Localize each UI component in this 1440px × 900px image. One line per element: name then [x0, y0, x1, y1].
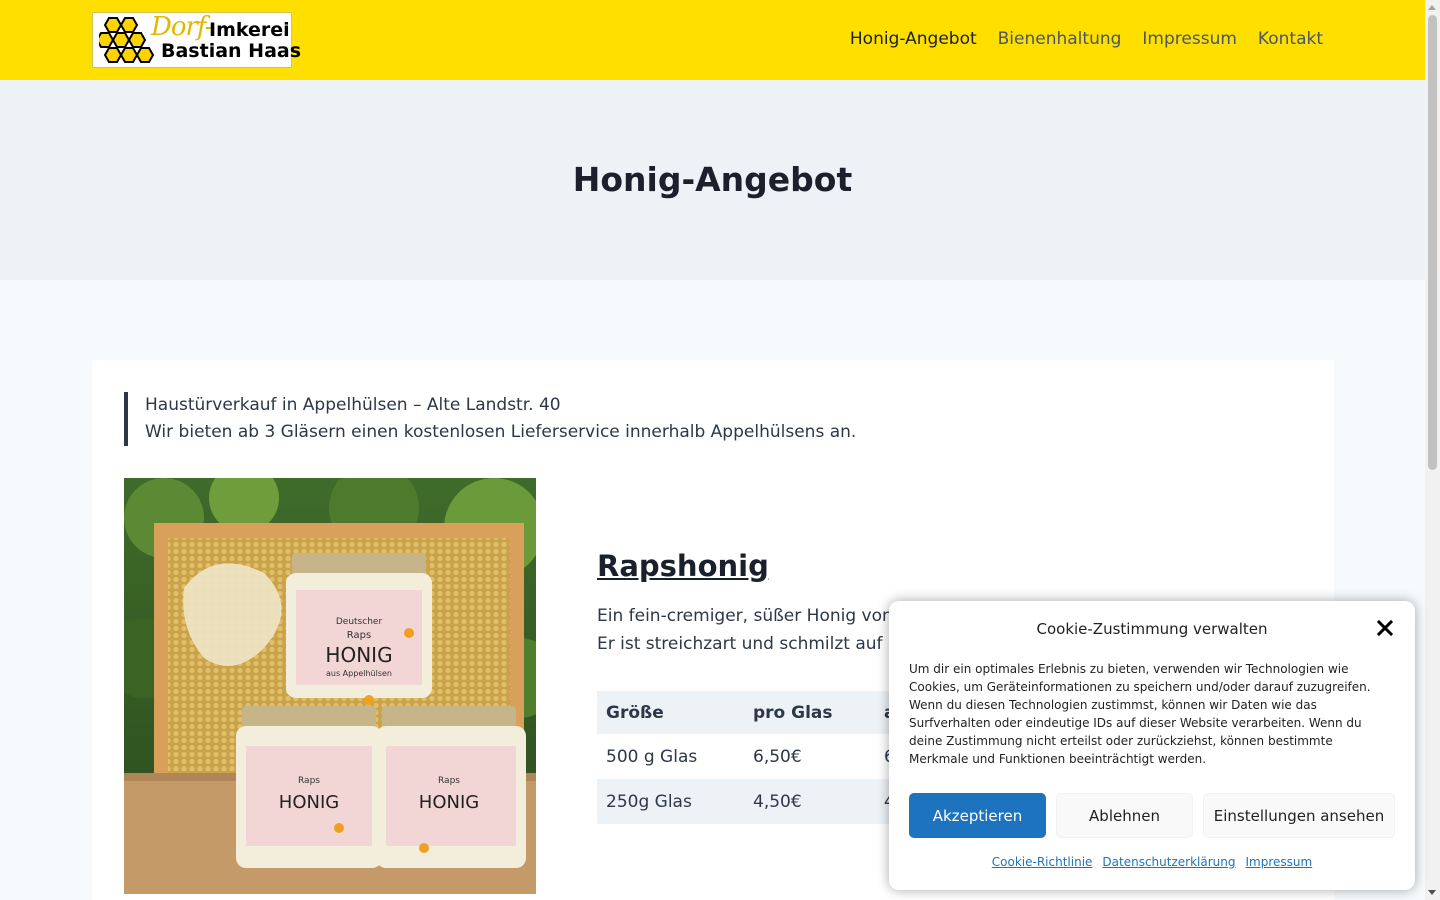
cookie-links: Cookie-Richtlinie Datenschutzerklärung I… [889, 855, 1415, 869]
nav-kontakt[interactable]: Kontakt [1258, 28, 1323, 50]
nav-bienenhaltung[interactable]: Bienenhaltung [998, 28, 1122, 50]
table-cell: 500 g Glas [606, 746, 698, 767]
jar-label-origin: aus Appelhülsen [326, 669, 392, 678]
nav-honig-angebot[interactable]: Honig-Angebot [850, 28, 977, 50]
cookie-description: Um dir ein optimales Erlebnis zu bieten,… [909, 662, 1371, 766]
jar2-label-honig: HONIG [279, 792, 339, 813]
nav-impressum[interactable]: Impressum [1142, 28, 1237, 50]
imprint-link[interactable]: Impressum [1246, 855, 1313, 869]
notice-line-2: Wir bieten ab 3 Gläsern einen kostenlose… [145, 422, 857, 442]
notice-quote: Haustürverkauf in Appelhülsen – Alte Lan… [124, 392, 924, 446]
site-header: Dorf- Imkerei Bastian Haas Honig-Angebot… [0, 0, 1425, 80]
jar-label-deutscher: Deutscher [336, 617, 383, 627]
product-title[interactable]: Rapshonig [597, 548, 769, 584]
cookie-title: Cookie-Zustimmung verwalten [1036, 620, 1268, 638]
hero-banner: Honig-Angebot [0, 80, 1425, 280]
scroll-down-arrow-icon[interactable] [1428, 890, 1436, 895]
notice-line-1: Haustürverkauf in Appelhülsen – Alte Lan… [145, 395, 561, 415]
main-nav: Honig-Angebot Bienenhaltung Impressum Ko… [850, 28, 1323, 50]
jar-label-raps: Raps [347, 630, 371, 641]
site-logo[interactable]: Dorf- Imkerei Bastian Haas [92, 12, 301, 68]
accept-button[interactable]: Akzeptieren [909, 793, 1046, 838]
table-header-size: Größe [597, 691, 744, 734]
table-cell: 6,50€ [753, 746, 802, 767]
deny-button[interactable]: Ablehnen [1056, 793, 1193, 838]
jar3-label-honig: HONIG [419, 792, 479, 813]
table-header-per-jar: pro Glas [744, 691, 875, 734]
product-image: Deutscher Raps HONIG aus Appelhülsen Rap… [124, 478, 536, 894]
jar2-label-raps: Raps [298, 776, 320, 786]
scroll-thumb[interactable] [1428, 15, 1437, 470]
jar-label-honig: HONIG [325, 643, 392, 667]
logo-name-text: Bastian Haas [161, 40, 302, 62]
honeycomb-icon [99, 17, 155, 63]
jar3-label-raps: Raps [438, 776, 460, 786]
close-icon[interactable] [1374, 617, 1396, 639]
scroll-up-arrow-icon[interactable] [1428, 5, 1436, 10]
logo-dorf-text: Dorf- [151, 12, 213, 42]
honey-jars-photo: Deutscher Raps HONIG aus Appelhülsen Rap… [124, 478, 536, 894]
page-scrollbar[interactable] [1425, 0, 1440, 900]
table-cell: 4,50€ [744, 779, 875, 824]
privacy-policy-link[interactable]: Datenschutzerklärung [1102, 855, 1235, 869]
page-title: Honig-Angebot [572, 160, 853, 199]
logo-imkerei-text: Imkerei [209, 19, 290, 41]
view-settings-button[interactable]: Einstellungen ansehen [1203, 793, 1395, 838]
table-cell: 250g Glas [597, 779, 744, 824]
cookie-policy-link[interactable]: Cookie-Richtlinie [992, 855, 1093, 869]
cookie-consent-dialog: Cookie-Zustimmung verwalten Um dir ein o… [889, 601, 1415, 890]
